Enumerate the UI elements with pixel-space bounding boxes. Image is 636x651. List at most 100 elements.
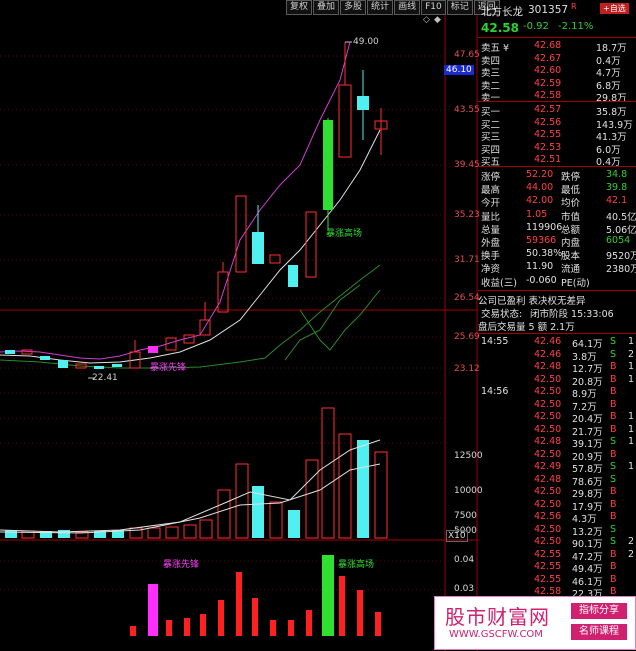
current-price-tag: 46.10 [444,65,474,75]
tick-price: 42.55 [534,573,562,585]
order-sell-row: 卖二 42.59 6.8万 [478,77,636,92]
notice-line-3: 盘后交易量 5 额 2.1万 [478,322,575,333]
add-watchlist-button[interactable]: +自选 [600,3,629,14]
stat-value: 42.00 [526,195,554,207]
tick-row: 42.50 21.7万 B 1 [478,423,636,438]
tick-price: 42.50 [534,423,562,435]
toolbar-overlay-button[interactable]: 叠加 [313,0,340,15]
tick-row: 42.50 13.2万 S [478,523,636,538]
tick-row: 42.50 20.9万 B [478,448,636,463]
tick-price: 42.50 [534,536,562,547]
tick-count: 1 [628,361,635,372]
low-marker-label: 22.41 [92,373,118,383]
notice-line-1: 公司已盈利 表决权无差异 [478,296,586,307]
order-price: 42.68 [534,40,562,51]
stat-row: 收益(三) -0.060 PE(动) [478,274,636,289]
tick-direction: S [610,336,617,347]
tick-price: 42.56 [534,511,562,522]
stat-label: 内盘 [561,238,581,249]
order-sell-row: 卖三 42.60 4.7万 [478,65,636,79]
stat-row: 净资 11.90 流通 2380万 [478,261,636,276]
tick-price: 42.50 [534,498,562,510]
toolbar-multi-stock-button[interactable]: 多股 [340,0,367,15]
watermark-url: WWW.GSCFW.COM [449,629,543,640]
tick-direction: S [610,461,617,472]
tick-direction: B [610,361,617,372]
stat-value: 1.05 [526,208,548,220]
stock-code: 301357 [528,4,569,16]
stat-value: 9520万 [606,251,636,263]
stat-row: 涨停 52.20 跌停 34.8 [478,169,636,183]
stock-change: -0.92 [523,21,549,32]
stat-value: 6054 [606,235,631,246]
ma-line-green-upper [299,289,381,351]
toolbar-draw-line-button[interactable]: 画线 [394,0,421,15]
tick-count: 1 [628,423,635,435]
stat-value: -0.060 [526,274,557,286]
tick-row: 42.55 49.4万 B [478,561,636,575]
stat-label: 涨停 [481,172,501,183]
stat-value: 39.8 [606,182,628,194]
tick-count: 2 [628,548,635,560]
price-axis-label: 26.54 [454,293,480,303]
quote-panel: 北方长龙 301357 R +自选 42.58 -0.92 -2.11% 卖五 … [478,0,636,651]
tick-row: 42.50 29.8万 B [478,486,636,500]
kline-chart[interactable]: ◇ ◆ [0,0,478,651]
toolbar-f10-button[interactable]: F10 [421,0,446,15]
tick-direction: S [610,523,617,535]
trade-status-value: 闭市阶段 15:33:06 [530,309,614,320]
tick-direction: B [610,411,617,422]
toolbar-stats-button[interactable]: 统计 [367,0,394,15]
teacher-course-button[interactable]: 名师课程 [571,624,627,640]
tick-price: 42.55 [534,561,562,572]
volume-axis-label: 7500 [454,511,477,521]
breakout-annotation: 暴涨高场 [326,229,363,239]
tick-direction: B [610,511,617,522]
indicator-axis-label: 0.03 [454,584,475,594]
order-price: 42.55 [534,129,562,140]
tick-price: 42.50 [534,373,562,385]
tick-row: 42.49 57.8万 S 1 [478,461,636,475]
tick-direction: B [610,423,617,435]
order-price: 42.59 [534,77,562,89]
tick-row: 42.48 12.7万 B 1 [478,361,636,375]
toolbar-mark-button[interactable]: 标记 [446,0,473,15]
tick-price: 42.49 [534,461,562,472]
tick-direction: S [610,536,617,547]
indicator-share-button[interactable]: 指标分享 [571,603,627,619]
indicator-axis-label: 0.04 [454,555,475,565]
stat-value: 2380万 [606,264,636,276]
toolbar-fuquan-button[interactable]: 复权 [286,0,313,15]
price-axis-label: 23.12 [454,364,480,374]
stat-label: 外盘 [481,238,501,249]
stat-label: 股本 [561,251,581,263]
tick-price: 42.46 [534,336,562,347]
tick-price: 42.50 [534,398,562,410]
stat-label: 换手 [481,251,501,263]
stat-label: 跌停 [561,172,581,183]
tick-price: 42.48 [534,361,562,372]
stat-value: 52.20 [526,169,554,180]
stat-label: 流通 [561,264,581,276]
stat-value: 11.90 [526,261,554,273]
tick-price: 42.50 [534,448,562,460]
stat-row: 外盘 59366 内盘 6054 [478,235,636,249]
tick-row: 14:56 42.50 8.9万 B [478,386,636,400]
stat-label: 最低 [561,185,581,197]
stat-value: 59366 [526,235,557,246]
stat-row: 换手 50.38% 股本 9520万 [478,248,636,263]
price-axis-label: 31.71 [454,255,480,265]
tick-row: 42.50 7.2万 B [478,398,636,413]
stock-price: 42.58 [481,21,519,35]
tick-direction: B [610,373,617,385]
order-buy-row: 买五 42.51 0.4万 [478,154,636,168]
stat-value: 40.5亿 [606,211,636,223]
tick-count: 1 [628,411,635,422]
stat-label: 均价 [561,198,581,210]
volume-bars [0,407,388,539]
tick-price: 42.55 [534,548,562,560]
tick-direction: S [610,348,617,360]
trade-status-label: 交易状态: [481,309,523,320]
tick-count: 2 [628,348,635,360]
indicator-annotation-right: 暴涨高场 [338,560,375,570]
